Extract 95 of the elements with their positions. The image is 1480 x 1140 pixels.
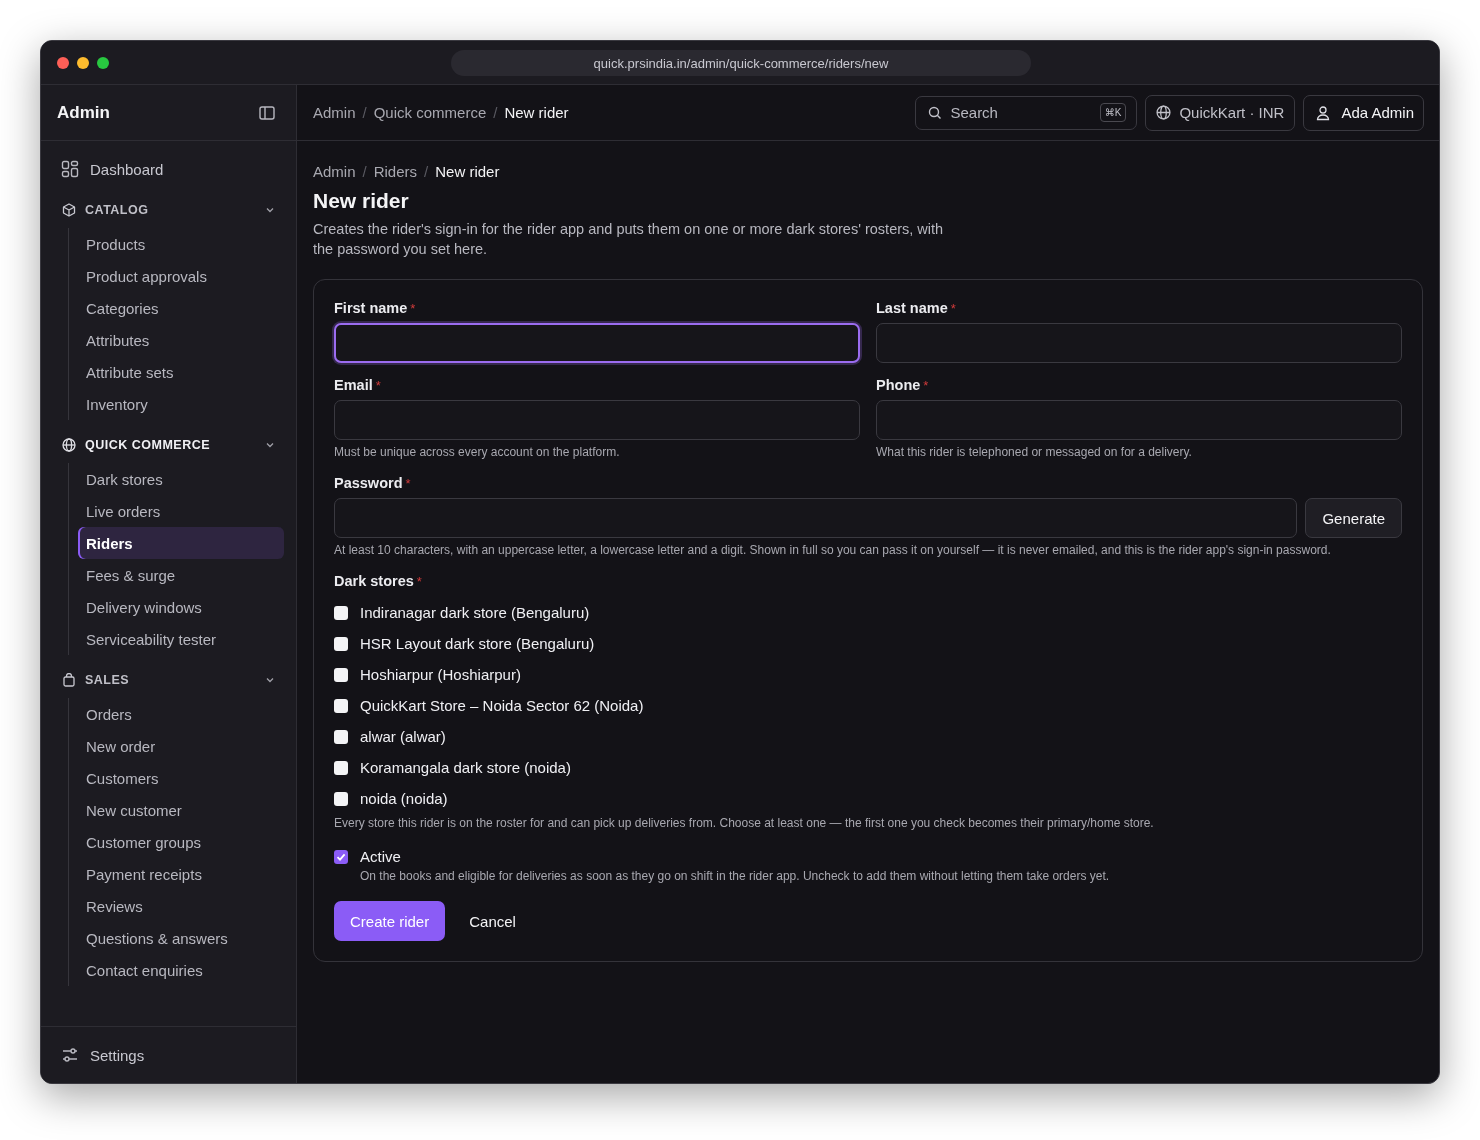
field-label: Dark stores [334,573,414,589]
field-label: First name [334,300,408,316]
checkbox-label[interactable]: Active [360,848,401,865]
section-header[interactable]: CATALOG [53,198,284,222]
text-field[interactable] [334,400,860,440]
globe-icon [62,438,76,452]
generate-button[interactable]: Generate [1305,498,1402,538]
checkbox-label[interactable]: noida (noida) [360,790,448,807]
sliders-icon [61,1046,79,1064]
address-bar[interactable]: quick.prsindia.in/admin/quick-commerce/riders/new [451,50,1031,76]
breadcrumb-separator: / [493,104,498,121]
required-mark: * [923,378,929,393]
nav-item[interactable]: Questions & answers [78,922,284,954]
minimize-icon[interactable] [77,56,89,69]
checkbox[interactable] [334,849,348,864]
page-title: New rider [313,189,410,213]
breadcrumb-separator: / [362,104,367,121]
cube-icon [62,203,76,217]
text-field[interactable] [334,323,860,363]
search-icon [928,105,943,120]
user-icon [1315,104,1332,121]
nav-item[interactable]: New customer [78,794,284,826]
checkbox-label[interactable]: alwar (alwar) [360,728,446,745]
text-field[interactable] [876,400,1402,440]
field-label: Last name [876,300,948,316]
text-field[interactable] [876,323,1402,363]
nav-item[interactable]: Inventory [78,388,284,420]
breadcrumb-link[interactable]: Admin [313,163,356,180]
nav-item[interactable]: Products [78,228,284,260]
panel-icon[interactable] [258,103,276,122]
password-field[interactable] [334,498,1298,538]
help-text: At least 10 characters, with an uppercase letter, a lowercase letter and a digit. Shown in full so you can pass it on yourself — it is never emailed, and this is the rider app's sign-in password. [334,543,1332,557]
required-mark: * [375,378,381,393]
nav-item[interactable]: Fees & surge [78,559,284,591]
globe-icon [1156,105,1172,120]
breadcrumb-link[interactable]: Quick commerce [373,104,487,121]
nav-item[interactable]: Attributes [78,324,284,356]
checkbox-label[interactable]: Indiranagar dark store (Bengaluru) [360,604,590,621]
checkbox-label[interactable]: HSR Layout dark store (Bengaluru) [360,635,595,652]
help-text: Must be unique across every account on the platform. [334,445,621,459]
checkbox[interactable] [334,791,348,806]
store-button[interactable]: QuickKart · INR [1145,94,1296,131]
nav-item[interactable]: New order [78,730,284,762]
nav-item[interactable]: Riders [78,527,284,559]
nav-item[interactable]: Product approvals [78,260,284,292]
breadcrumb-separator: / [362,163,367,180]
help-text: What this rider is telephoned or messaged on for a delivery. [876,445,1193,459]
page-description: Creates the rider's sign-in for the rider app and puts them on one or more dark stores' rosters, with the password you set here. [313,220,945,259]
checkbox-label[interactable]: Hoshiarpur (Hoshiarpur) [360,666,521,683]
help-text: Every store this rider is on the roster for and can pick up deliveries from. Choose at least one — the first one you check becomes their primary/home store. [334,816,1155,830]
checkbox[interactable] [334,760,348,775]
field-label: Email [334,377,373,393]
nav-item[interactable]: Dark stores [78,463,284,495]
checkbox[interactable] [334,636,348,651]
breadcrumb-link[interactable]: Riders [373,163,418,180]
nav-item[interactable]: Delivery windows [78,591,284,623]
sidebar-title: Admin [57,102,110,123]
breadcrumb-separator: / [424,163,429,180]
nav-item[interactable]: Attribute sets [78,356,284,388]
nav-item[interactable]: Customer groups [78,826,284,858]
section-header[interactable]: QUICK COMMERCE [53,433,284,457]
nav-item[interactable]: Customers [78,762,284,794]
close-icon[interactable] [57,56,69,69]
nav-item[interactable]: Categories [78,292,284,324]
checkbox-label[interactable]: Koramangala dark store (noida) [360,759,571,776]
required-mark: * [405,476,411,491]
shortcut-badge: ⌘K [1099,103,1127,122]
settings-link[interactable]: Settings [61,1046,145,1064]
nav-item[interactable]: Reviews [78,890,284,922]
nav-item[interactable]: Orders [78,698,284,730]
checkbox[interactable] [334,667,348,682]
search-field[interactable]: Search ⌘K [915,95,1138,130]
nav-item[interactable]: Serviceability tester [78,623,284,655]
checkbox[interactable] [334,698,348,713]
grid-icon [61,160,79,178]
user-button[interactable]: Ada Admin [1303,94,1424,131]
field-label: Password [334,475,403,491]
field-label: Phone [876,377,921,393]
nav-item[interactable]: Live orders [78,495,284,527]
section-header[interactable]: SALES [53,668,284,692]
nav-item[interactable]: Payment receipts [78,858,284,890]
checkbox-label[interactable]: QuickKart Store – Noida Sector 62 (Noida) [360,697,644,714]
required-mark: * [950,301,956,316]
cancel-button[interactable]: Cancel [453,901,532,941]
bag-icon [62,673,76,687]
checkbox[interactable] [334,605,348,620]
nav-item[interactable]: Dashboard [53,153,284,185]
nav-item[interactable]: Contact enquiries [78,954,284,986]
create-button[interactable]: Create rider [334,901,446,941]
checkbox[interactable] [334,729,348,744]
required-mark: * [410,301,416,316]
maximize-icon[interactable] [97,56,109,69]
required-mark: * [416,574,422,589]
breadcrumb-link[interactable]: Admin [313,104,356,121]
help-text: On the books and eligible for deliveries as soon as they go on shift in the rider app. Uncheck to add them without letting them take orders yet. [360,869,1111,883]
